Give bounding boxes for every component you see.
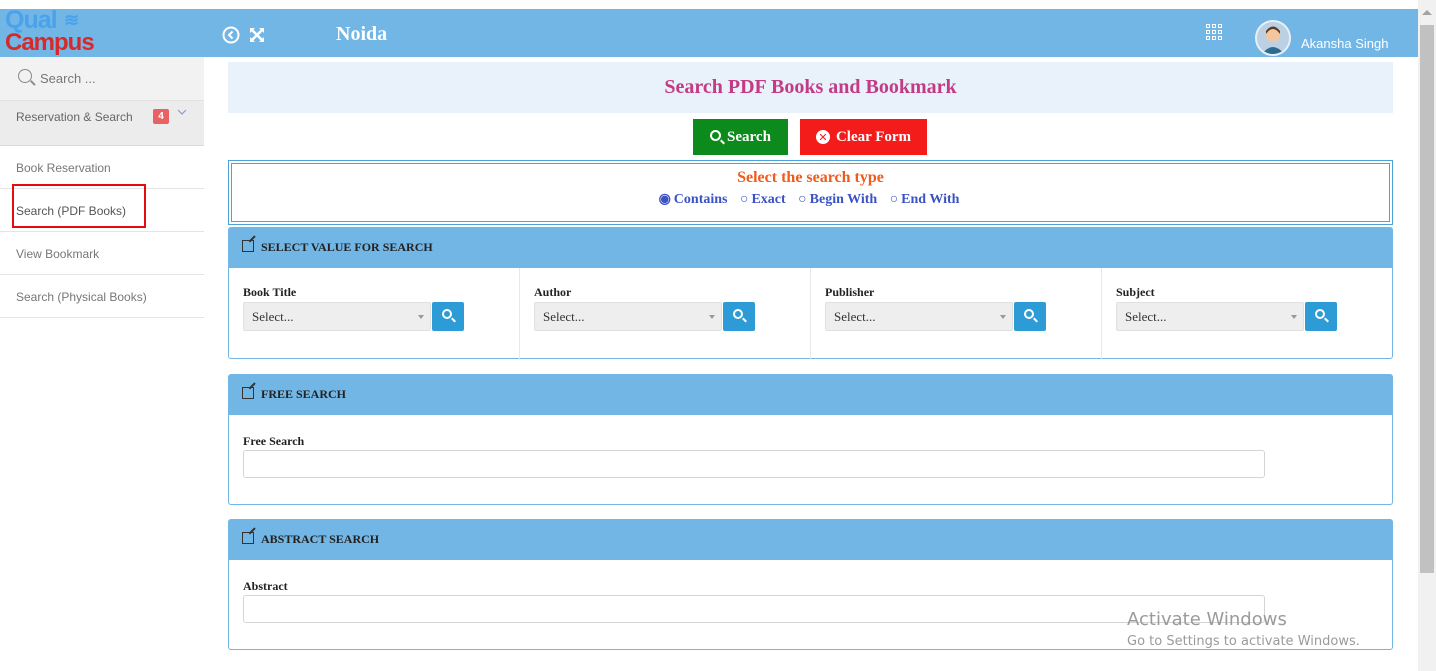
watermark-line1: Activate Windows xyxy=(1127,609,1287,630)
select-value: Select... xyxy=(543,309,585,324)
panel-header: FREE SEARCH xyxy=(229,375,1392,415)
search-icon xyxy=(733,309,743,319)
back-circle-icon[interactable] xyxy=(220,24,242,46)
radio-label: Exact xyxy=(751,192,786,207)
subject-search-button[interactable] xyxy=(1305,302,1337,331)
radio-begin-with[interactable]: ○ Begin With xyxy=(798,192,880,207)
expand-icon[interactable] xyxy=(246,24,268,46)
qualcampus-logo[interactable]: Qual ≋ Campus xyxy=(0,6,204,57)
publisher-search-button[interactable] xyxy=(1014,302,1046,331)
vertical-scrollbar[interactable] xyxy=(1418,0,1436,671)
radio-label: End With xyxy=(901,192,960,207)
sidebar-search-placeholder[interactable]: Search ... xyxy=(40,71,96,86)
radio-end-with[interactable]: ○ End With xyxy=(890,192,963,207)
sidebar-item-label: Book Reservation xyxy=(16,161,111,175)
sidebar: Search ... Reservation & Search 4 Book R… xyxy=(0,57,204,671)
search-icon xyxy=(442,309,452,319)
free-search-input[interactable] xyxy=(243,450,1265,478)
search-type-heading: Select the search type xyxy=(737,169,884,186)
radio-contains[interactable]: ◉ Contains xyxy=(659,192,731,207)
caret-down-icon xyxy=(1000,315,1006,319)
page-title-bar: Search PDF Books and Bookmark xyxy=(228,62,1393,113)
field-label: Author xyxy=(534,285,572,299)
close-circle-icon: ✕ xyxy=(815,130,830,144)
scroll-up-arrow-icon[interactable] xyxy=(1422,10,1432,15)
edit-icon xyxy=(242,240,254,252)
page-title: Search PDF Books and Bookmark xyxy=(664,76,957,98)
field-publisher: Publisher Select... xyxy=(811,268,1102,360)
sidebar-group-reservation-search[interactable]: Reservation & Search 4 xyxy=(0,101,204,146)
panel-title: FREE SEARCH xyxy=(261,387,347,401)
apps-grid-icon[interactable] xyxy=(1206,24,1222,40)
panel-title: ABSTRACT SEARCH xyxy=(261,532,380,546)
edit-icon xyxy=(242,387,254,399)
edit-icon xyxy=(242,532,254,544)
book-title-select[interactable]: Select... xyxy=(243,302,431,331)
abstract-input[interactable] xyxy=(243,595,1265,623)
sidebar-item-book-reservation[interactable]: Book Reservation xyxy=(0,146,204,189)
search-button[interactable]: Search xyxy=(693,119,788,155)
free-search-panel: FREE SEARCH Free Search xyxy=(228,374,1393,505)
panel-title: SELECT VALUE FOR SEARCH xyxy=(261,240,433,254)
search-type-box: Select the search type ◉ Contains ○ Exact … xyxy=(228,160,1393,225)
select-value-panel: SELECT VALUE FOR SEARCH Book Title Selec… xyxy=(228,227,1393,360)
clear-form-button[interactable]: ✕ Clear Form xyxy=(800,119,927,155)
subject-select[interactable]: Select... xyxy=(1116,302,1304,331)
field-label: Publisher xyxy=(825,285,875,299)
search-icon xyxy=(18,69,32,83)
field-label: Book Title xyxy=(243,285,297,299)
watermark-line2: Go to Settings to activate Windows. xyxy=(1127,634,1360,649)
search-button-label: Search xyxy=(727,128,771,145)
sidebar-search[interactable]: Search ... xyxy=(0,57,204,101)
chevron-down-icon xyxy=(177,107,187,120)
select-value: Select... xyxy=(252,309,294,324)
caret-down-icon xyxy=(418,315,424,319)
free-search-label: Free Search xyxy=(243,434,305,448)
select-value: Select... xyxy=(1125,309,1167,324)
scrollbar-thumb[interactable] xyxy=(1420,25,1434,573)
abstract-label: Abstract xyxy=(243,579,288,593)
search-icon xyxy=(710,129,722,141)
search-type-radio-group: ◉ Contains ○ Exact ○ Begin With ○ End With xyxy=(229,191,1392,208)
app-header: Noida Akansha Singh xyxy=(0,9,1418,57)
select-value: Select... xyxy=(834,309,876,324)
author-select[interactable]: Select... xyxy=(534,302,722,331)
user-avatar[interactable] xyxy=(1255,20,1291,56)
highlight-box xyxy=(12,184,146,228)
field-author: Author Select... xyxy=(520,268,811,360)
logo-wave-icon: ≋ xyxy=(64,10,80,30)
sidebar-item-label: View Bookmark xyxy=(16,247,100,261)
field-label: Subject xyxy=(1116,285,1155,299)
sidebar-item-search-physical-books[interactable]: Search (Physical Books) xyxy=(0,275,204,318)
author-search-button[interactable] xyxy=(723,302,755,331)
logo-text-bottom: Campus xyxy=(5,29,95,56)
sidebar-item-label: Search (Physical Books) xyxy=(16,290,147,304)
panel-header: SELECT VALUE FOR SEARCH xyxy=(229,228,1392,268)
panel-header: ABSTRACT SEARCH xyxy=(229,520,1392,560)
windows-activation-watermark: Activate Windows Go to Settings to activ… xyxy=(1127,609,1360,649)
radio-label: Begin With xyxy=(809,192,878,207)
field-book-title: Book Title Select... xyxy=(229,268,520,360)
search-icon xyxy=(1024,309,1034,319)
campus-name: Noida xyxy=(336,23,388,45)
caret-down-icon xyxy=(1291,315,1297,319)
count-badge: 4 xyxy=(153,109,169,124)
book-title-search-button[interactable] xyxy=(432,302,464,331)
top-strip xyxy=(0,0,1418,9)
user-name[interactable]: Akansha Singh xyxy=(1301,36,1388,51)
radio-exact[interactable]: ○ Exact xyxy=(740,192,789,207)
field-subject: Subject Select... xyxy=(1102,268,1392,360)
search-icon xyxy=(1315,309,1325,319)
clear-button-label: Clear Form xyxy=(835,128,912,145)
sidebar-group-label: Reservation & Search xyxy=(16,110,133,124)
sidebar-item-view-bookmark[interactable]: View Bookmark xyxy=(0,232,204,275)
publisher-select[interactable]: Select... xyxy=(825,302,1013,331)
radio-label: Contains xyxy=(673,192,728,207)
caret-down-icon xyxy=(709,315,715,319)
